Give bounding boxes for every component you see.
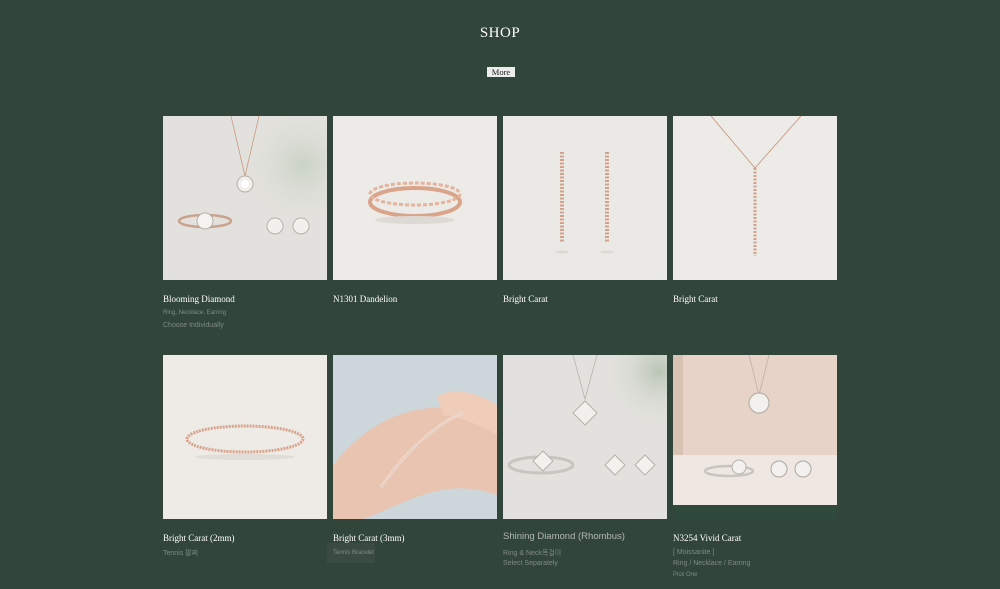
product-card-shining-diamond[interactable]: Shining Diamond (Rhombus) Ring & Neck목걸이…	[503, 355, 667, 567]
product-image[interactable]	[673, 355, 837, 519]
product-name[interactable]: Bright Carat (3mm)	[333, 533, 405, 543]
page-title: SHOP	[479, 25, 521, 41]
bar-earrings-image	[503, 116, 667, 280]
product-card-bright-carat-3mm[interactable]: Bright Carat (3mm) Tennis Bracelet	[327, 355, 497, 563]
product-name[interactable]: Shining Diamond (Rhombus)	[503, 531, 625, 542]
more-button[interactable]: More	[487, 67, 515, 77]
product-card-bright-carat-necklace[interactable]: Bright Carat	[673, 116, 837, 304]
product-option: Choose Individually	[163, 322, 224, 329]
product-card-dandelion[interactable]: N1301 Dandelion	[333, 116, 497, 304]
product-card-vivid-carat[interactable]: N3254 Vivid Carat [ Moissanite ] Ring / …	[673, 355, 837, 578]
product-category: Ring / Necklace / Earring	[673, 560, 751, 567]
shop-page: SHOP More Blooming Diamond Ring, Necklac…	[0, 0, 1000, 589]
product-card-bright-carat-2mm[interactable]: Bright Carat (2mm) Tennis 팔찌	[163, 355, 327, 557]
tennis-bracelet-2mm-image	[163, 355, 327, 519]
product-option: Pick One	[673, 572, 698, 578]
product-image[interactable]	[503, 116, 667, 280]
product-option: Select Separately	[503, 560, 558, 567]
product-name[interactable]: Bright Carat	[673, 294, 718, 304]
product-material: [ Moissanite ]	[673, 549, 715, 556]
product-name[interactable]: Bright Carat	[503, 294, 548, 304]
product-image[interactable]	[333, 116, 497, 280]
product-image[interactable]	[503, 355, 667, 519]
product-image[interactable]	[673, 116, 837, 280]
dandelion-ring-image	[333, 116, 497, 280]
product-category: Ring & Neck목걸이	[503, 550, 562, 557]
product-card-bright-carat-earrings[interactable]: Bright Carat	[503, 116, 667, 304]
product-image[interactable]	[163, 116, 327, 280]
bar-necklace-image	[673, 116, 837, 280]
product-name[interactable]: Bright Carat (2mm)	[163, 533, 235, 543]
product-image[interactable]	[163, 355, 327, 519]
product-name[interactable]: N1301 Dandelion	[333, 294, 397, 304]
product-name[interactable]: Blooming Diamond	[163, 294, 235, 304]
wrist-bracelet-image	[333, 355, 497, 519]
jewelry-box-image	[673, 355, 837, 519]
product-category: Tennis 팔찌	[163, 550, 199, 557]
rhombus-set-image	[503, 355, 667, 519]
product-image[interactable]	[333, 355, 497, 519]
product-name[interactable]: N3254 Vivid Carat	[673, 533, 741, 543]
blooming-set-image	[163, 116, 327, 280]
product-card-blooming-diamond[interactable]: Blooming Diamond Ring, Necklace, Earring…	[163, 116, 327, 329]
product-category: Tennis Bracelet	[333, 550, 375, 556]
product-category: Ring, Necklace, Earring	[163, 310, 227, 316]
